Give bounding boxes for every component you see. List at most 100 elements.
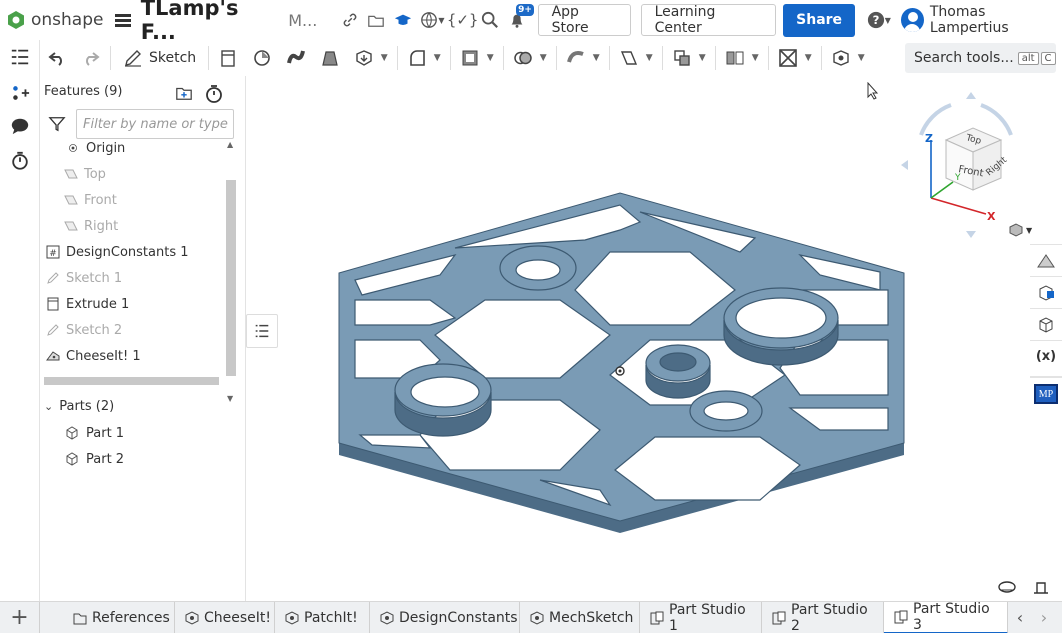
learning-icon[interactable] <box>390 6 417 34</box>
feature-item-front[interactable]: Front <box>64 187 117 213</box>
mass-properties-icon[interactable] <box>1030 308 1062 340</box>
chevron-down-icon[interactable]: ▼ <box>483 53 497 63</box>
chevron-down-icon[interactable]: ▼ <box>695 53 709 63</box>
feature-item-designconstants[interactable]: # DesignConstants 1 <box>46 239 189 265</box>
menu-icon[interactable] <box>115 12 131 29</box>
tab-references[interactable]: References <box>40 601 175 633</box>
boolean-icon[interactable] <box>510 45 536 71</box>
feature-item-extrude1[interactable]: Extrude 1 <box>46 291 129 317</box>
shell-icon[interactable] <box>457 45 483 71</box>
chevron-down-icon[interactable]: ⌄ <box>44 400 53 413</box>
rollback-timer-icon[interactable] <box>204 84 224 108</box>
section-icon[interactable] <box>775 45 801 71</box>
measure-tool-icon[interactable] <box>1032 579 1050 599</box>
notifications-icon[interactable]: 9+ <box>503 4 534 34</box>
chevron-down-icon[interactable]: ▼ <box>642 53 656 63</box>
user-name[interactable]: Thomas Lampertius <box>930 4 1062 36</box>
app-store-button[interactable]: App Store <box>537 4 632 36</box>
feature-list-icon[interactable] <box>9 46 31 68</box>
onshape-logo[interactable]: onshape <box>6 10 103 30</box>
document-subtitle[interactable]: M... <box>288 11 317 30</box>
stopwatch-icon[interactable] <box>9 150 31 172</box>
scrollbar-thumb[interactable] <box>226 180 236 376</box>
feature-item-sketch1[interactable]: Sketch 1 <box>46 265 122 291</box>
link-icon[interactable] <box>336 6 363 34</box>
filter-icon[interactable] <box>48 115 66 133</box>
add-tab-button[interactable]: + <box>0 601 40 633</box>
parts-label: Parts (2) <box>59 399 115 414</box>
fillet-icon[interactable] <box>404 45 430 71</box>
part-item[interactable]: Part 2 <box>64 451 124 467</box>
tab-part-studio-3[interactable]: Part Studio 3 <box>884 601 1008 633</box>
feature-item-sketch2[interactable]: Sketch 2 <box>46 317 122 343</box>
tab-part-studio-1[interactable]: Part Studio 1 <box>640 601 762 633</box>
variables-icon[interactable]: {✓} <box>447 6 479 34</box>
view-options-icon[interactable]: ▼ <box>1008 222 1032 238</box>
logo-text: onshape <box>31 10 104 30</box>
tab-part-studio-2[interactable]: Part Studio 2 <box>762 601 884 633</box>
variables-panel-icon[interactable]: (x) <box>1030 340 1062 372</box>
feature-item-top[interactable]: Top <box>64 161 106 187</box>
tab-cheeseit[interactable]: CheeseIt! <box>175 601 275 633</box>
view-cube[interactable]: Top Front Right Z X Y <box>901 90 1041 240</box>
feature-item-cheeseit[interactable]: CheeseIt! 1 <box>46 343 141 369</box>
scroll-up-icon[interactable]: ▲ <box>227 140 233 149</box>
folder-icon[interactable] <box>363 6 390 34</box>
globe-icon[interactable]: ▼ <box>416 6 448 34</box>
tab-mechsketch[interactable]: MechSketch <box>520 601 640 633</box>
chevron-down-icon[interactable]: ▼ <box>589 53 603 63</box>
filter-input[interactable]: Filter by name or type <box>76 109 234 139</box>
feature-label: Front <box>84 192 117 208</box>
learning-center-button[interactable]: Learning Center <box>640 4 776 36</box>
chevron-down-icon[interactable]: ▼ <box>536 53 550 63</box>
sketch-button[interactable]: Sketch <box>117 48 202 68</box>
tab-scroll-right-icon[interactable]: › <box>1032 608 1056 627</box>
mp-app-icon[interactable]: MP <box>1030 376 1062 410</box>
comment-icon[interactable] <box>9 115 31 137</box>
help-icon[interactable]: ? ▼ <box>863 6 895 34</box>
appearance-icon[interactable] <box>1030 244 1062 276</box>
revolve-icon[interactable] <box>249 45 275 71</box>
tab-scroll-left-icon[interactable]: ‹ <box>1008 608 1032 627</box>
extrude-icon[interactable] <box>215 45 241 71</box>
chevron-down-icon[interactable]: ▼ <box>377 53 391 63</box>
scroll-down-icon[interactable]: ▼ <box>227 394 233 403</box>
pattern-icon[interactable] <box>669 45 695 71</box>
toolbar-divider <box>821 46 823 70</box>
share-button[interactable]: Share <box>783 3 856 37</box>
right-rail: (x) MP <box>1030 244 1062 410</box>
add-folder-icon[interactable] <box>174 84 194 106</box>
mirror-icon[interactable] <box>722 45 748 71</box>
render-studio-icon[interactable] <box>1030 276 1062 308</box>
insert-icon[interactable] <box>9 82 31 104</box>
search-tools-input[interactable]: Search tools... alt C <box>905 43 1056 73</box>
chevron-down-icon[interactable]: ▼ <box>801 53 815 63</box>
horizontal-scrollbar[interactable] <box>44 377 219 385</box>
plane-icon[interactable] <box>616 45 642 71</box>
parts-header[interactable]: ⌄ Parts (2) <box>44 399 114 414</box>
shortcut-key: C <box>1040 51 1056 65</box>
custom-feature-icon[interactable] <box>828 45 854 71</box>
part-item[interactable]: Part 1 <box>64 425 124 441</box>
custom-feature-icon <box>284 610 300 626</box>
loft-icon[interactable] <box>317 45 343 71</box>
redo-icon[interactable] <box>78 45 104 71</box>
undo-icon[interactable] <box>44 45 70 71</box>
transform-icon[interactable] <box>563 45 589 71</box>
chevron-down-icon[interactable]: ▼ <box>430 53 444 63</box>
view-measure-icon[interactable] <box>998 579 1016 599</box>
document-title[interactable]: TLamp's F... <box>141 0 275 44</box>
graphics-viewport[interactable]: Top Front Right Z X Y ▼ <box>246 76 1048 601</box>
feature-scrollbar[interactable]: ▲ ▼ <box>225 140 237 403</box>
feature-item-right[interactable]: Right <box>64 213 118 239</box>
tab-designconstants[interactable]: DesignConstants <box>370 601 520 633</box>
sweep-icon[interactable] <box>283 45 309 71</box>
chevron-down-icon[interactable]: ▼ <box>748 53 762 63</box>
feature-item-origin[interactable]: Origin <box>66 138 125 161</box>
thicken-icon[interactable] <box>351 45 377 71</box>
chevron-down-icon[interactable]: ▼ <box>854 53 868 63</box>
avatar[interactable] <box>901 8 924 32</box>
tab-bar: + References CheeseIt! PatchIt! DesignCo… <box>0 601 1062 633</box>
search-icon[interactable] <box>477 6 504 34</box>
tab-patchit[interactable]: PatchIt! <box>275 601 370 633</box>
